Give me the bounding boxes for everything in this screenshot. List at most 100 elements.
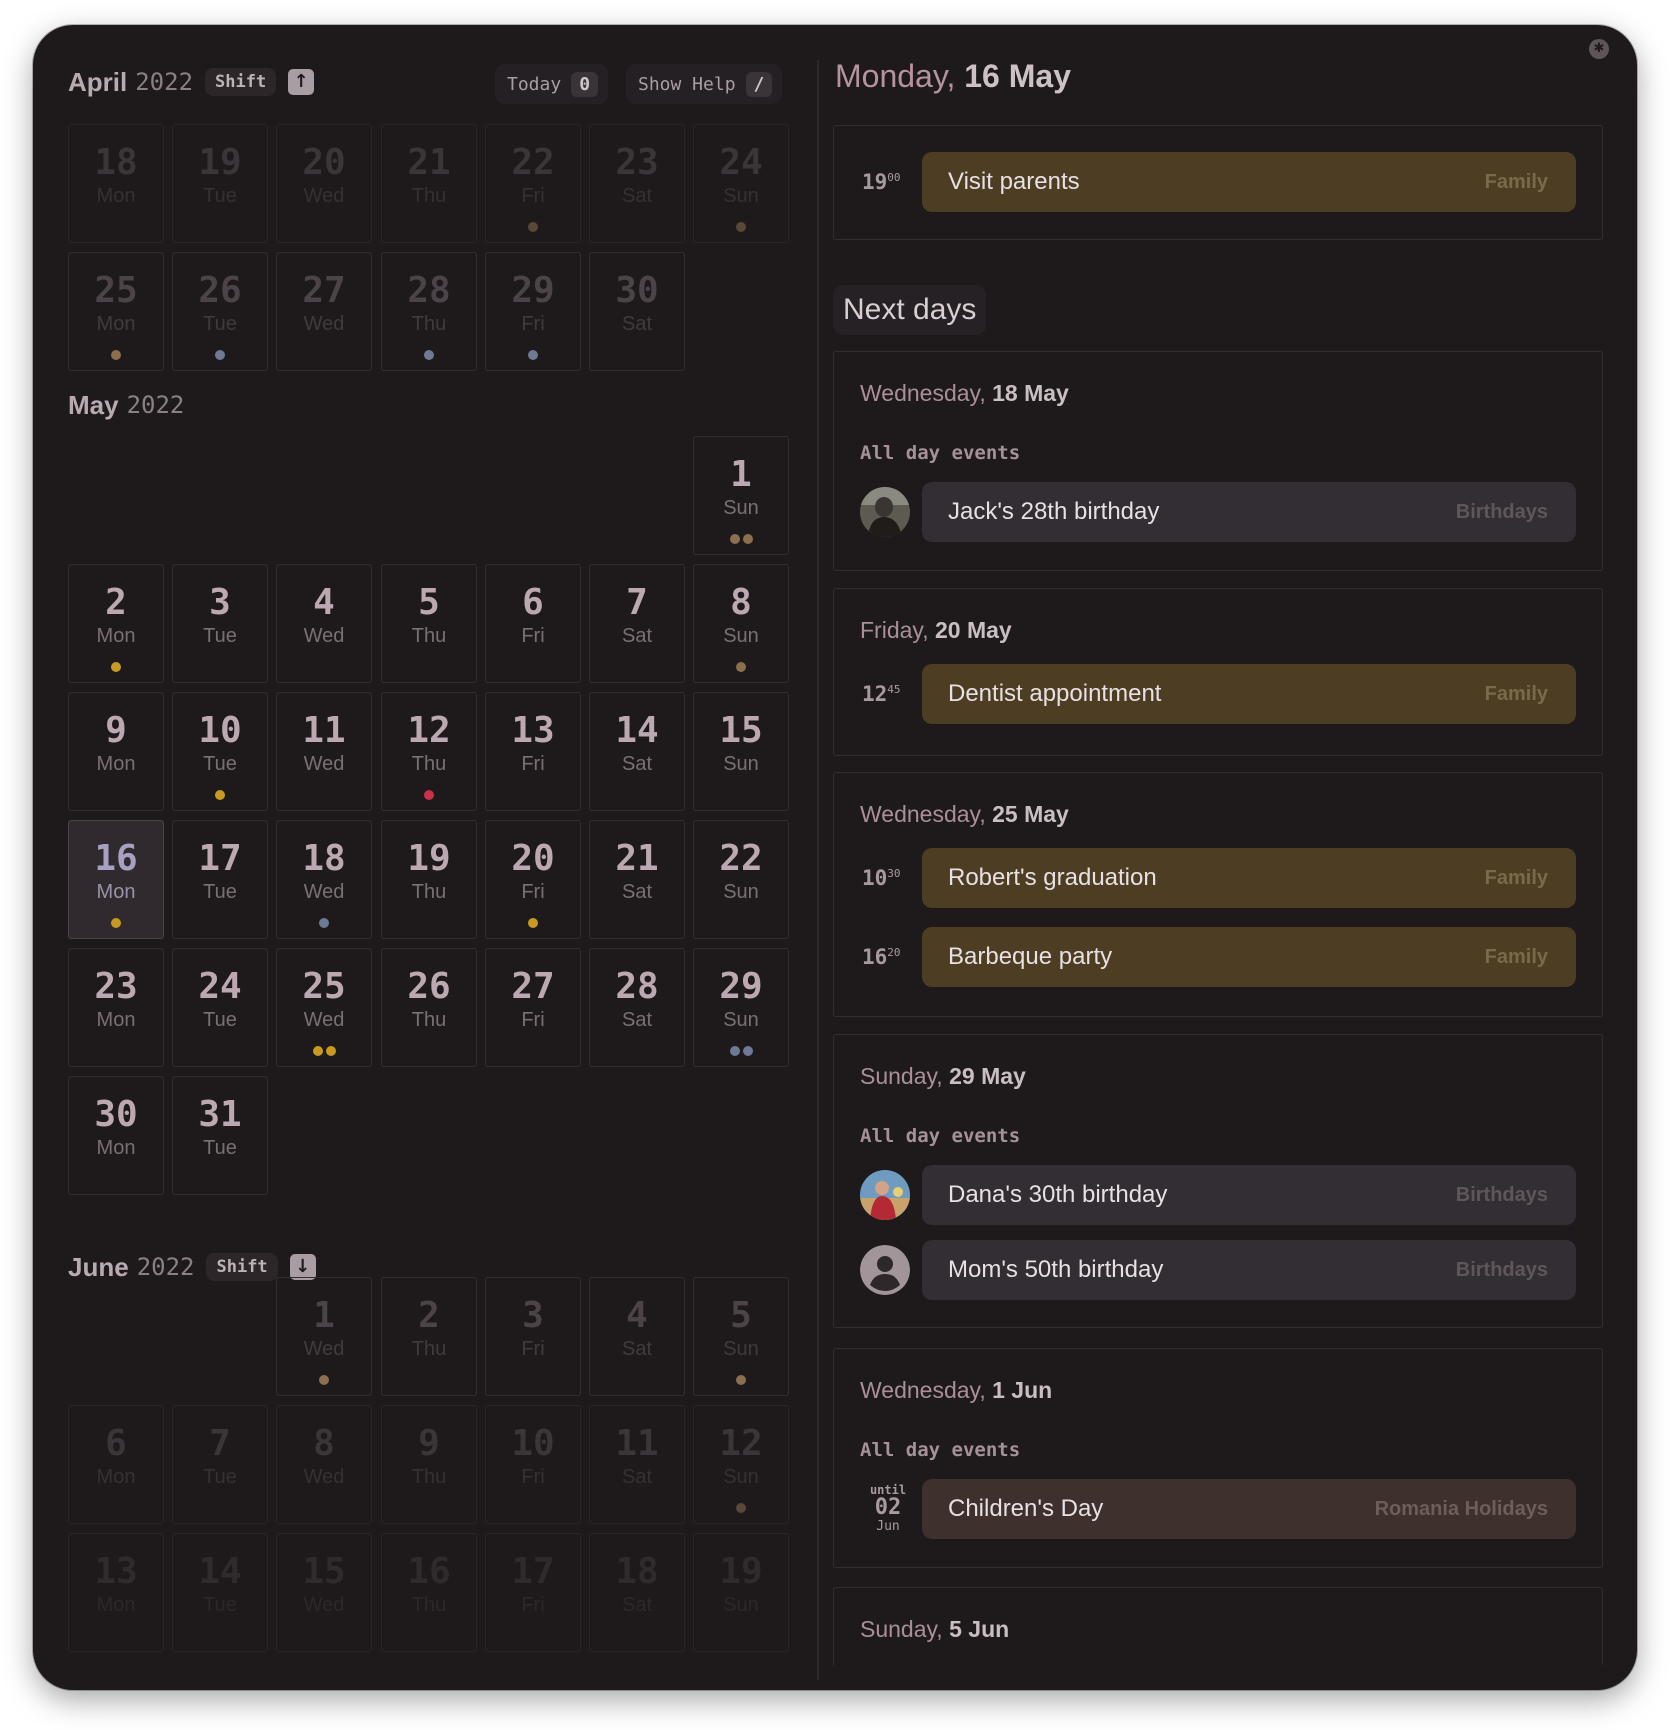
show-help-button[interactable]: Show Help /	[626, 64, 783, 104]
day-cell-may-20[interactable]: 20 Fri	[485, 820, 581, 939]
day-cell-april-20[interactable]: 20 Wed	[276, 124, 372, 243]
day-cell-june-10[interactable]: 10 Fri	[485, 1405, 581, 1524]
day-cell-may-26[interactable]: 26 Thu	[381, 948, 477, 1067]
event-dots	[277, 1375, 371, 1385]
arrow-up-icon[interactable]: ↑	[288, 69, 315, 95]
day-cell-april-24[interactable]: 24 Sun	[693, 124, 789, 243]
day-cell-april-25[interactable]: 25 Mon	[68, 252, 164, 371]
day-number: 1	[313, 1295, 335, 1336]
day-number: 1	[730, 454, 752, 495]
day-cell-may-24[interactable]: 24 Tue	[172, 948, 268, 1067]
day-cell-june-7[interactable]: 7 Tue	[172, 1405, 268, 1524]
day-cell-may-12[interactable]: 12 Thu	[381, 692, 477, 811]
day-cell-may-9[interactable]: 9 Mon	[68, 692, 164, 811]
day-cell-may-13[interactable]: 13 Fri	[485, 692, 581, 811]
brown-event-dot	[528, 222, 538, 232]
event-mom-birthday[interactable]: Mom's 50th birthday Birthdays	[922, 1240, 1576, 1300]
day-cell-june-13[interactable]: 13 Mon	[68, 1533, 164, 1652]
day-cell-april-18[interactable]: 18 Mon	[68, 124, 164, 243]
day-cell-june-16[interactable]: 16 Thu	[381, 1533, 477, 1652]
day-cell-april-30[interactable]: 30 Sat	[589, 252, 685, 371]
day-cell-june-11[interactable]: 11 Sat	[589, 1405, 685, 1524]
day-box-25-may: Wednesday, 25 May 1030 Robert's graduati…	[833, 772, 1603, 1017]
day-cell-june-15[interactable]: 15 Wed	[276, 1533, 372, 1652]
day-cell-may-14[interactable]: 14 Sat	[589, 692, 685, 811]
day-cell-may-17[interactable]: 17 Tue	[172, 820, 268, 939]
day-cell-june-8[interactable]: 8 Wed	[276, 1405, 372, 1524]
day-cell-may-10[interactable]: 10 Tue	[172, 692, 268, 811]
day-box-29-may: Sunday, 29 May All day events Dana's 30t…	[833, 1034, 1603, 1328]
day-cell-may-30[interactable]: 30 Mon	[68, 1076, 164, 1195]
day-number: 19	[719, 1551, 763, 1592]
day-cell-may-2[interactable]: 2 Mon	[68, 564, 164, 683]
day-weekday: Wed	[303, 1009, 345, 1031]
day-cell-may-8[interactable]: 8 Sun	[693, 564, 789, 683]
event-dana-birthday[interactable]: Dana's 30th birthday Birthdays	[922, 1165, 1576, 1225]
day-cell-may-15[interactable]: 15 Sun	[693, 692, 789, 811]
day-cell-june-5[interactable]: 5 Sun	[693, 1277, 789, 1396]
event-jack-birthday[interactable]: Jack's 28th birthday Birthdays	[922, 482, 1576, 542]
day-cell-may-28[interactable]: 28 Sat	[589, 948, 685, 1067]
day-cell-may-22[interactable]: 22 Sun	[693, 820, 789, 939]
day-cell-june-12[interactable]: 12 Sun	[693, 1405, 789, 1524]
day-cell-april-22[interactable]: 22 Fri	[485, 124, 581, 243]
day-cell-may-4[interactable]: 4 Wed	[276, 564, 372, 683]
event-roberts-graduation[interactable]: Robert's graduation Family	[922, 848, 1576, 908]
day-number: 8	[730, 582, 752, 623]
day-cell-april-19[interactable]: 19 Tue	[172, 124, 268, 243]
day-cell-april-26[interactable]: 26 Tue	[172, 252, 268, 371]
day-cell-june-1[interactable]: 1 Wed	[276, 1277, 372, 1396]
day-cell-april-23[interactable]: 23 Sat	[589, 124, 685, 243]
day-cell-june-9[interactable]: 9 Thu	[381, 1405, 477, 1524]
day-cell-may-16[interactable]: 16 Mon	[68, 820, 164, 939]
day-number: 26	[407, 966, 451, 1007]
day-cell-june-19[interactable]: 19 Sun	[693, 1533, 789, 1652]
day-cell-june-6[interactable]: 6 Mon	[68, 1405, 164, 1524]
day-cell-may-7[interactable]: 7 Sat	[589, 564, 685, 683]
day-cell-may-21[interactable]: 21 Sat	[589, 820, 685, 939]
event-dots	[69, 662, 163, 672]
event-visit-parents[interactable]: Visit parents Family	[922, 152, 1576, 212]
day-number: 12	[407, 710, 451, 751]
day-weekday: Fri	[521, 881, 545, 903]
month-header-april: April 2022 Shift ↑	[68, 62, 315, 102]
event-dentist-appointment[interactable]: Dentist appointment Family	[922, 664, 1576, 724]
day-cell-april-28[interactable]: 28 Thu	[381, 252, 477, 371]
day-cell-may-19[interactable]: 19 Thu	[381, 820, 477, 939]
brown-event-dot	[736, 662, 746, 672]
day-heading: Sunday, 29 May	[860, 1063, 1026, 1089]
brown-event-dot	[742, 534, 753, 544]
day-cell-may-1[interactable]: 1 Sun	[693, 436, 789, 555]
blue-event-dot	[424, 350, 434, 360]
day-cell-june-14[interactable]: 14 Tue	[172, 1533, 268, 1652]
event-childrens-day[interactable]: Children's Day Romania Holidays	[922, 1479, 1576, 1539]
day-cell-april-29[interactable]: 29 Fri	[485, 252, 581, 371]
day-number: 30	[615, 270, 659, 311]
day-cell-june-3[interactable]: 3 Fri	[485, 1277, 581, 1396]
day-cell-may-31[interactable]: 31 Tue	[172, 1076, 268, 1195]
day-cell-june-17[interactable]: 17 Fri	[485, 1533, 581, 1652]
event-barbeque-party[interactable]: Barbeque party Family	[922, 927, 1576, 987]
day-weekday: Sun	[723, 1009, 759, 1031]
event-title: Robert's graduation	[948, 864, 1157, 891]
month-name: April	[68, 66, 128, 97]
today-button[interactable]: Today 0	[495, 64, 609, 104]
day-cell-april-27[interactable]: 27 Wed	[276, 252, 372, 371]
day-cell-may-23[interactable]: 23 Mon	[68, 948, 164, 1067]
day-cell-april-21[interactable]: 21 Thu	[381, 124, 477, 243]
day-cell-may-27[interactable]: 27 Fri	[485, 948, 581, 1067]
day-cell-may-6[interactable]: 6 Fri	[485, 564, 581, 683]
day-cell-may-3[interactable]: 3 Tue	[172, 564, 268, 683]
day-cell-may-29[interactable]: 29 Sun	[693, 948, 789, 1067]
day-cell-may-18[interactable]: 18 Wed	[276, 820, 372, 939]
blue-event-dot	[215, 350, 225, 360]
day-cell-may-5[interactable]: 5 Thu	[381, 564, 477, 683]
day-cell-may-11[interactable]: 11 Wed	[276, 692, 372, 811]
day-number: 18	[615, 1551, 659, 1592]
day-cell-june-18[interactable]: 18 Sat	[589, 1533, 685, 1652]
day-cell-may-25[interactable]: 25 Wed	[276, 948, 372, 1067]
day-cell-june-2[interactable]: 2 Thu	[381, 1277, 477, 1396]
day-cell-june-4[interactable]: 4 Sat	[589, 1277, 685, 1396]
shift-key-hint: Shift	[206, 1253, 278, 1281]
day-number: 29	[719, 966, 763, 1007]
